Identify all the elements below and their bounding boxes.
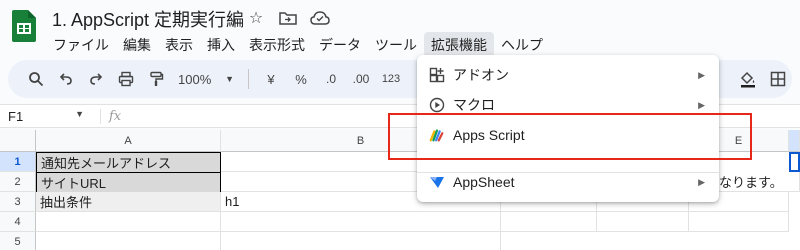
row-header-5[interactable]: 5 <box>0 232 36 250</box>
fx-icon: fx <box>100 108 121 124</box>
submenu-arrow-icon: ▶ <box>698 69 705 80</box>
submenu-arrow-icon: ▶ <box>698 176 705 187</box>
zoom-value: 100% <box>178 71 212 87</box>
zoom-select[interactable]: 100% ▼ <box>174 67 238 91</box>
menu-data[interactable]: データ <box>312 32 368 58</box>
cloud-saved-icon[interactable] <box>310 8 330 28</box>
undo-icon[interactable] <box>54 67 78 91</box>
row-header-2[interactable]: 2 <box>0 172 36 192</box>
star-icon[interactable]: ☆ <box>246 8 266 28</box>
menu-edit[interactable]: 編集 <box>116 32 158 58</box>
search-menus-icon[interactable] <box>24 67 48 91</box>
cell-c4[interactable] <box>501 212 597 232</box>
column-header-f[interactable] <box>789 130 800 152</box>
menu-file[interactable]: ファイル <box>46 32 116 58</box>
more-formats-button[interactable]: 123 <box>379 67 403 91</box>
addon-icon <box>429 67 445 83</box>
paint-format-icon[interactable] <box>144 67 168 91</box>
borders-icon[interactable] <box>766 67 790 91</box>
name-box[interactable]: F1 ▼ <box>0 109 92 124</box>
row-header-3[interactable]: 3 <box>0 192 36 212</box>
column-header-a[interactable]: A <box>36 130 221 152</box>
percent-format-button[interactable]: % <box>289 67 313 91</box>
currency-format-button[interactable]: ¥ <box>259 67 283 91</box>
menu-insert[interactable]: 挿入 <box>200 32 242 58</box>
google-sheets-logo-icon[interactable] <box>12 10 36 42</box>
menu-item-label: マクロ <box>453 97 495 113</box>
menu-tools[interactable]: ツール <box>368 32 424 58</box>
redo-icon[interactable] <box>84 67 108 91</box>
appsheet-icon <box>429 174 445 190</box>
cell-b5[interactable] <box>221 232 501 250</box>
document-title[interactable]: 1. AppScript 定期実行編 <box>52 6 244 32</box>
row-header-4[interactable]: 4 <box>0 212 36 232</box>
select-all-corner[interactable] <box>0 130 36 152</box>
menu-item-addons[interactable]: アドオン ▶ <box>417 60 719 90</box>
macro-play-icon <box>429 97 445 113</box>
cell-d4[interactable] <box>597 212 689 232</box>
move-folder-icon[interactable] <box>278 8 298 28</box>
cell-e4[interactable] <box>689 212 789 232</box>
cell-a3[interactable]: 抽出条件 <box>36 192 221 212</box>
cell-b4[interactable] <box>221 212 501 232</box>
toolbar-divider <box>248 69 249 89</box>
print-icon[interactable] <box>114 67 138 91</box>
caret-down-icon: ▼ <box>75 108 84 119</box>
decrease-decimal-button[interactable]: .0 <box>319 67 343 91</box>
submenu-arrow-icon: ▶ <box>698 99 705 110</box>
cell-f1-selected[interactable] <box>789 152 800 172</box>
row-header-1[interactable]: 1 <box>0 152 36 172</box>
menu-format[interactable]: 表示形式 <box>242 32 312 58</box>
cell-a5[interactable] <box>36 232 221 250</box>
cell-a4[interactable] <box>36 212 221 232</box>
menu-item-appsheet[interactable]: AppSheet ▶ <box>417 167 719 197</box>
caret-down-icon: ▼ <box>225 74 234 84</box>
menu-item-label: AppSheet <box>453 174 515 190</box>
name-box-value: F1 <box>8 108 24 124</box>
cell-a1[interactable]: 通知先メールアドレス <box>36 152 221 173</box>
highlight-annotation-box <box>388 113 752 160</box>
menu-item-label: アドオン <box>453 67 509 83</box>
fill-color-icon[interactable] <box>736 67 760 91</box>
menu-view[interactable]: 表示 <box>158 32 200 58</box>
increase-decimal-button[interactable]: .00 <box>349 67 373 91</box>
cell-a2[interactable]: サイトURL <box>36 172 221 193</box>
